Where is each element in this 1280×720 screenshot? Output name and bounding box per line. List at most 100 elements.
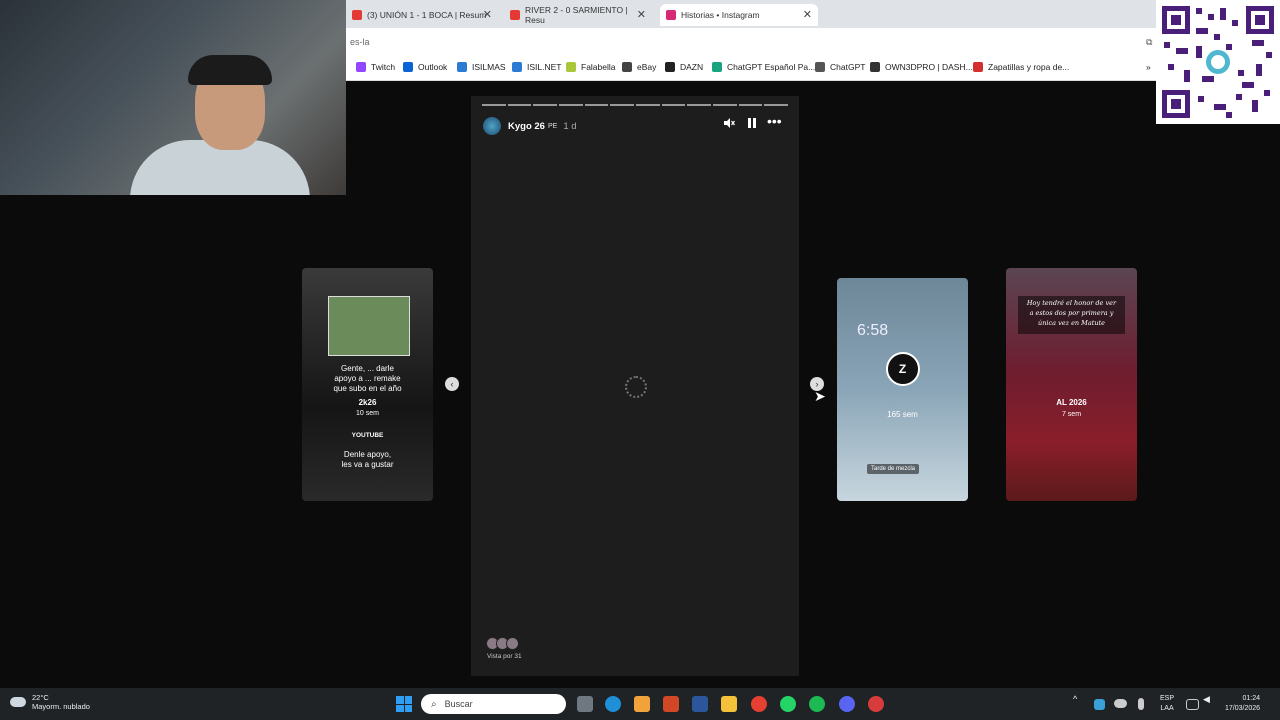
progress-segment xyxy=(687,104,712,106)
story-card-left[interactable]: Gente, ... darle apoyo a ... remake que … xyxy=(302,268,433,501)
close-tab-icon[interactable]: ✕ xyxy=(483,8,492,21)
card-title: 2k26 xyxy=(358,398,377,407)
install-app-icon[interactable]: ⧉ xyxy=(1146,37,1152,48)
isil-icon xyxy=(457,62,467,72)
dazn-icon xyxy=(665,62,675,72)
instagram-icon xyxy=(666,10,676,20)
mouse-cursor-icon: ➤ xyxy=(814,388,826,404)
story-thumbnail xyxy=(328,296,410,356)
more-options-icon[interactable]: ••• xyxy=(767,113,782,129)
spotify-icon[interactable] xyxy=(809,696,825,712)
viewer-avatars xyxy=(486,637,522,650)
taskbar-clock[interactable]: 01:24 17/03/2026 xyxy=(1225,694,1260,714)
discord-icon[interactable] xyxy=(839,696,855,712)
close-tab-icon[interactable]: ✕ xyxy=(637,8,646,21)
bookmarks-bar: Twitch Outlook ISILMAS ISIL.NET Falabell… xyxy=(346,56,1280,81)
story-viewers[interactable]: Vista por 31 xyxy=(486,637,522,660)
bookmark-outlook[interactable]: Outlook xyxy=(403,62,447,72)
clock-time: 01:24 xyxy=(1242,695,1261,702)
bookmark-label: Twitch xyxy=(371,62,396,72)
bookmark-label: ISIL.NET xyxy=(527,62,562,72)
avatar[interactable] xyxy=(483,117,501,135)
tab-instagram-historias[interactable]: Historias • Instagram ✕ xyxy=(660,4,818,26)
whatsapp-icon[interactable] xyxy=(780,696,796,712)
address-bar[interactable]: es-la ⧉ xyxy=(346,28,1280,56)
app-icon[interactable] xyxy=(868,696,884,712)
address-text: es-la xyxy=(350,37,370,47)
tab-river-sarmiento[interactable]: RIVER 2 - 0 SARMIENTO | Resu ✕ xyxy=(504,4,652,26)
bookmark-own3dpro[interactable]: OWN3DPRO | DASH... xyxy=(870,62,973,72)
mute-icon[interactable] xyxy=(723,117,735,132)
story-progress-bar xyxy=(482,104,789,106)
volume-icon[interactable]: ◀ xyxy=(1203,694,1210,704)
progress-segment xyxy=(559,104,583,106)
tab-union-boca[interactable]: (3) UNIÓN 1 - 1 BOCA | Resum ✕ xyxy=(346,4,498,26)
tab-label: RIVER 2 - 0 SARMIENTO | Resu xyxy=(525,5,628,25)
close-tab-icon[interactable]: ✕ xyxy=(803,8,812,21)
start-button[interactable] xyxy=(396,696,412,712)
language-code: ESP xyxy=(1160,695,1175,702)
bookmark-chatgpt[interactable]: ChatGPT xyxy=(815,62,865,72)
viewers-count: Vista por 31 xyxy=(487,653,522,660)
card-text: apoyo a ... remake xyxy=(334,374,401,383)
browser-tab-bar: (3) UNIÓN 1 - 1 BOCA | Resum ✕ RIVER 2 -… xyxy=(346,0,1280,28)
bookmark-isilnet[interactable]: ISIL.NET xyxy=(512,62,561,72)
card-text: les va a gustar xyxy=(341,460,394,469)
progress-segment xyxy=(507,104,532,106)
microphone-icon[interactable] xyxy=(1138,698,1144,710)
progress-segment xyxy=(764,104,789,106)
tab-label: (3) UNIÓN 1 - 1 BOCA | Resum xyxy=(367,10,487,20)
store-icon[interactable] xyxy=(634,696,650,712)
country-badge: PE xyxy=(547,122,558,130)
bookmark-twitch[interactable]: Twitch xyxy=(356,62,395,72)
youtube-icon xyxy=(510,10,520,20)
progress-segment xyxy=(533,104,558,106)
network-icon[interactable] xyxy=(1186,699,1199,710)
bookmark-falabella[interactable]: Falabella xyxy=(566,62,616,72)
powerpoint-icon[interactable] xyxy=(663,696,679,712)
bookmark-zapatillas[interactable]: Zapatillas y ropa de... xyxy=(973,62,1069,72)
card-caption: Hoy tendré el honor de ver a estos dos p… xyxy=(1018,296,1125,334)
youtube-icon xyxy=(352,10,362,20)
loading-spinner-icon xyxy=(625,376,647,398)
edge-icon[interactable] xyxy=(605,696,621,712)
tray-app-icon[interactable] xyxy=(1094,699,1105,710)
progress-segment xyxy=(636,104,660,106)
weather-desc: Mayorm. nublado xyxy=(32,702,90,711)
card-title: AL 2026 xyxy=(1056,398,1087,407)
chatgpt-icon xyxy=(815,62,825,72)
bookmark-ebay[interactable]: eBay xyxy=(622,62,656,72)
chatgpt-icon xyxy=(712,62,722,72)
story-card-right-2[interactable]: Hoy tendré el honor de ver a estos dos p… xyxy=(1006,268,1137,501)
taskbar-search-input[interactable]: ⌕ Buscar xyxy=(421,694,566,714)
bookmark-label: ChatGPT Español Pa... xyxy=(727,62,816,72)
bookmark-isilmas[interactable]: ISILMAS xyxy=(457,62,506,72)
bookmark-dazn[interactable]: DAZN xyxy=(665,62,703,72)
task-view-icon[interactable] xyxy=(577,696,593,712)
story-card-right-1[interactable]: 6:58 Z 165 sem Tarde de mezcla xyxy=(837,278,968,501)
show-hidden-icons-icon[interactable]: ^ xyxy=(1073,694,1077,704)
card-text: que subo en el año xyxy=(333,384,402,393)
language-indicator[interactable]: ESP LAA xyxy=(1160,694,1174,714)
person-cap xyxy=(188,55,272,85)
store-icon xyxy=(973,62,983,72)
pause-icon[interactable] xyxy=(747,117,757,132)
own3d-icon xyxy=(870,62,880,72)
more-bookmarks-icon[interactable]: » xyxy=(1146,62,1151,72)
story-username[interactable]: Kygo 26 xyxy=(508,121,545,132)
weather-widget[interactable]: 22°C Mayorm. nublado xyxy=(10,693,90,711)
outlook-icon xyxy=(403,62,413,72)
chrome-icon[interactable] xyxy=(751,696,767,712)
file-explorer-icon[interactable] xyxy=(721,696,737,712)
word-icon[interactable] xyxy=(692,696,708,712)
story-avatar-ring: Z xyxy=(885,352,920,386)
previous-story-button[interactable]: ‹ xyxy=(445,377,459,391)
card-clock: 6:58 xyxy=(857,322,889,339)
clock-date: 17/03/2026 xyxy=(1225,705,1261,712)
bookmark-label: OWN3DPRO | DASH... xyxy=(885,62,973,72)
onedrive-icon[interactable] xyxy=(1114,699,1127,708)
weather-temp: 22°C xyxy=(32,693,49,702)
bookmark-label: eBay xyxy=(637,62,657,72)
bookmark-chatgpt-es[interactable]: ChatGPT Español Pa... xyxy=(712,62,815,72)
bookmark-label: Outlook xyxy=(418,62,448,72)
